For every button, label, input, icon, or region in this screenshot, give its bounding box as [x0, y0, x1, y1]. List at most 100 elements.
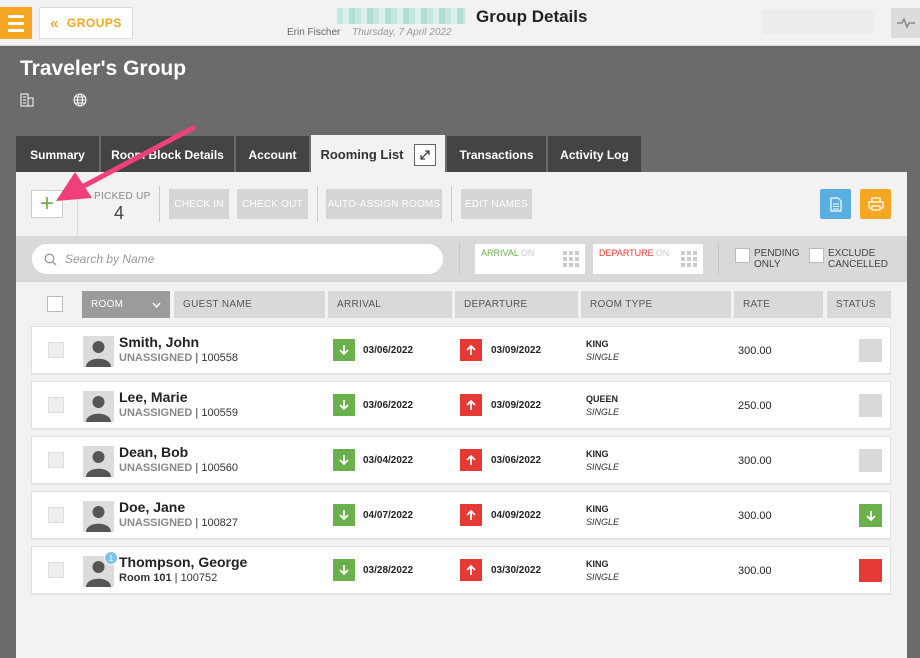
table-row[interactable]: Dean, Bob UNASSIGNED | 100560 03/04/2022 03…	[31, 436, 891, 484]
column-guest-name[interactable]: GUEST NAME	[174, 291, 325, 318]
room-assignment: UNASSIGNED	[119, 407, 193, 419]
tab-rooming-list[interactable]: Rooming List	[311, 135, 445, 172]
guest-name[interactable]: Lee, Marie	[119, 389, 187, 405]
arrival-filter-on: ON	[520, 248, 535, 258]
bed-type: SINGLE	[586, 462, 620, 472]
room-assignment: UNASSIGNED	[119, 462, 193, 474]
bed-type: SINGLE	[586, 352, 620, 362]
document-icon[interactable]	[820, 189, 851, 219]
exclude-cancelled-filter[interactable]: EXCLUDE CANCELLED	[809, 248, 888, 270]
room-type: QUEEN SINGLE	[586, 393, 619, 419]
add-guest-button[interactable]: +	[31, 190, 63, 218]
guest-name[interactable]: Doe, Jane	[119, 499, 185, 515]
rate: 250.00	[738, 400, 772, 412]
guest-id: 100560	[201, 462, 239, 474]
back-label: GROUPS	[66, 16, 122, 30]
printer-icon[interactable]	[860, 189, 891, 219]
search-input[interactable]	[65, 252, 415, 266]
divider	[718, 243, 719, 275]
plus-icon: +	[39, 190, 54, 217]
row-checkbox[interactable]	[48, 507, 64, 523]
table-row[interactable]: Lee, Marie UNASSIGNED | 100559 03/06/2022 0…	[31, 381, 891, 429]
column-room-type[interactable]: ROOM TYPE	[581, 291, 731, 318]
departure-date: 03/30/2022	[491, 565, 542, 576]
arrow-down-icon	[865, 510, 876, 521]
check-out-button[interactable]: CHECK OUT	[237, 189, 308, 219]
arrival-arrow-down-icon	[333, 449, 355, 471]
separator: |	[171, 572, 181, 584]
divider	[317, 186, 318, 222]
room-type: KING SINGLE	[586, 558, 619, 584]
check-in-button[interactable]: CHECK IN	[169, 189, 229, 219]
guest-name[interactable]: Smith, John	[119, 334, 199, 350]
departure-date-filter[interactable]: DEPARTURE ON	[593, 244, 703, 274]
globe-icon[interactable]	[72, 92, 88, 108]
row-checkbox[interactable]	[48, 562, 64, 578]
rate: 300.00	[738, 345, 772, 357]
tab-account[interactable]: Account	[236, 136, 309, 172]
room-assignment: UNASSIGNED	[119, 352, 193, 364]
column-rate[interactable]: RATE	[734, 291, 823, 318]
column-room[interactable]: ROOM	[82, 291, 170, 318]
status-indicator[interactable]	[859, 449, 882, 472]
status-indicator[interactable]	[859, 504, 882, 527]
bed-type: SINGLE	[586, 407, 620, 417]
row-checkbox[interactable]	[48, 342, 64, 358]
separator: |	[192, 462, 202, 474]
guest-id: 100559	[201, 407, 239, 419]
select-all-checkbox[interactable]	[47, 296, 63, 312]
rate: 300.00	[738, 565, 772, 577]
exclude-cancelled-checkbox[interactable]	[809, 248, 824, 263]
bed-type: SINGLE	[586, 572, 620, 582]
edit-names-button[interactable]: EDIT NAMES	[461, 189, 532, 219]
picked-up-label: PICKED UP	[94, 191, 151, 202]
guest-name[interactable]: Dean, Bob	[119, 444, 188, 460]
expand-icon[interactable]	[413, 143, 436, 166]
arrival-date: 04/07/2022	[363, 510, 414, 521]
exclude-line2: CANCELLED	[828, 259, 889, 270]
exclude-line1: EXCLUDE	[828, 248, 876, 259]
arrival-date: 03/04/2022	[363, 455, 414, 466]
table-row[interactable]: Doe, Jane UNASSIGNED | 100827 04/07/2022 04…	[31, 491, 891, 539]
arrival-date: 03/06/2022	[363, 400, 414, 411]
back-to-groups-button[interactable]: « GROUPS	[39, 7, 133, 39]
status-indicator[interactable]	[859, 394, 882, 417]
table-row[interactable]: 1 Thompson, George Room 101 | 100752 03/28/…	[31, 546, 891, 594]
row-checkbox[interactable]	[48, 397, 64, 413]
search-field[interactable]	[32, 244, 443, 274]
status-indicator[interactable]	[859, 339, 882, 362]
building-icon[interactable]	[19, 92, 35, 108]
arrival-arrow-down-icon	[333, 339, 355, 361]
table-row[interactable]: Smith, John UNASSIGNED | 100558 03/06/2022…	[31, 326, 891, 374]
column-departure[interactable]: DEPARTURE	[455, 291, 578, 318]
auto-assign-rooms-button[interactable]: AUTO-ASSIGN ROOMS	[326, 189, 442, 219]
column-status[interactable]: STATUS	[827, 291, 891, 318]
arrival-date-filter[interactable]: ARRIVAL ON	[475, 244, 585, 274]
guest-room-info: Room 101 | 100752	[119, 572, 217, 584]
guest-id: 100752	[180, 572, 218, 584]
bed-type: SINGLE	[586, 517, 620, 527]
divider	[459, 243, 460, 275]
guest-room-info: UNASSIGNED | 100558	[119, 352, 238, 364]
departure-date: 04/09/2022	[491, 510, 542, 521]
tab-activity-log[interactable]: Activity Log	[548, 136, 641, 172]
hamburger-menu-icon[interactable]	[0, 7, 32, 39]
tab-summary[interactable]: Summary	[16, 136, 99, 172]
rate: 300.00	[738, 510, 772, 522]
guest-room-info: UNASSIGNED | 100827	[119, 517, 238, 529]
table-header: ROOM GUEST NAME ARRIVAL DEPARTURE ROOM T…	[16, 282, 907, 328]
guest-room-info: UNASSIGNED | 100560	[119, 462, 238, 474]
status-indicator[interactable]	[859, 559, 882, 582]
tab-bar: Summary Room Block Details Account Roomi…	[16, 135, 641, 172]
activity-pulse-icon[interactable]	[891, 8, 920, 38]
pending-only-filter[interactable]: PENDING ONLY	[735, 248, 800, 270]
column-arrival[interactable]: ARRIVAL	[328, 291, 452, 318]
pending-only-checkbox[interactable]	[735, 248, 750, 263]
guest-name[interactable]: Thompson, George	[119, 554, 247, 570]
tab-transactions[interactable]: Transactions	[447, 136, 546, 172]
row-checkbox[interactable]	[48, 452, 64, 468]
tab-room-block-details[interactable]: Room Block Details	[101, 136, 234, 172]
guest-avatar-icon	[83, 336, 114, 367]
user-name: Erin Fischer	[287, 27, 341, 38]
arrival-arrow-down-icon	[333, 394, 355, 416]
